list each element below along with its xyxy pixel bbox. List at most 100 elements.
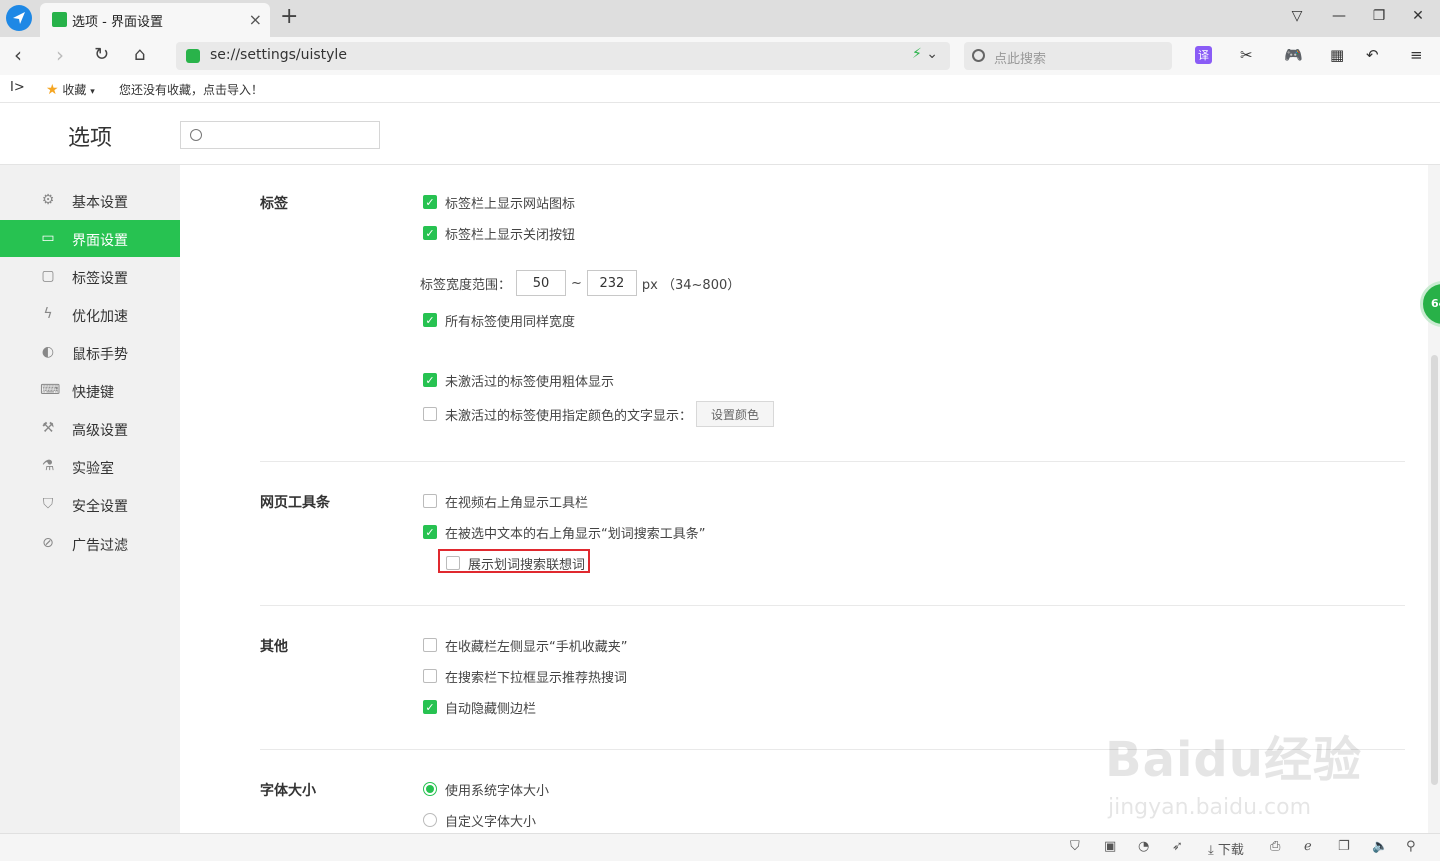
option-label: 在收藏栏左侧显示“手机收藏夹”	[445, 639, 628, 655]
sidebar-item-label: 界面设置	[72, 233, 128, 249]
printer-icon[interactable]: ⎙	[1270, 839, 1280, 854]
option-auto-hide-sidebar[interactable]: ✓ 自动隐藏侧边栏	[423, 697, 536, 717]
close-window-icon[interactable]: ✕	[1408, 8, 1428, 24]
image-icon[interactable]: ▣	[1104, 839, 1116, 854]
zoom-icon[interactable]: ⚲	[1406, 839, 1416, 854]
option-label: 使用系统字体大小	[445, 783, 550, 799]
checkbox-unchecked[interactable]	[423, 494, 437, 508]
game-icon[interactable]: 🎮	[1284, 46, 1303, 64]
address-bar[interactable]: se://settings/uistyle ⚡ ⌄	[176, 42, 950, 70]
scissors-icon[interactable]: ✂	[1240, 46, 1253, 64]
volume-icon[interactable]: 🔈	[1372, 839, 1388, 854]
option-system-font[interactable]: 使用系统字体大小	[423, 779, 549, 799]
content-scrollbar[interactable]	[1428, 165, 1440, 833]
tab-width-unit: px （34~800）	[641, 277, 741, 293]
sidebar-toggle-icon[interactable]: I>	[10, 80, 25, 95]
secure-shield-icon	[186, 49, 200, 63]
sidebar-item-ui[interactable]: ▭ 界面设置	[0, 220, 180, 257]
speed-icon[interactable]: ◔	[1138, 839, 1149, 854]
rocket-icon[interactable]: ➶	[1172, 839, 1183, 854]
tab-width-range: 标签宽度范围： ~ px （34~800）	[420, 270, 740, 296]
sidebar-item-speed[interactable]: ϟ 优化加速	[0, 296, 180, 333]
speed-mode-icon[interactable]: ⚡ ⌄	[912, 46, 938, 62]
download-button[interactable]: ⤓ 下载	[1208, 839, 1244, 858]
sidebar-item-security[interactable]: ⛉ 安全设置	[0, 486, 180, 523]
option-bold-inactive[interactable]: ✓ 未激活过的标签使用粗体显示	[423, 370, 614, 390]
shield-status-icon[interactable]: ⛉	[1070, 839, 1080, 854]
radio-unselected[interactable]	[423, 813, 437, 827]
sidebar-item-label: 基本设置	[72, 195, 128, 211]
checkbox-checked[interactable]: ✓	[423, 313, 437, 327]
sidebar-item-lab[interactable]: ⚗ 实验室	[0, 448, 180, 485]
window-icon[interactable]: ❐	[1338, 839, 1350, 854]
minimize-icon[interactable]: —	[1329, 8, 1349, 24]
search-box[interactable]: 点此搜索	[964, 42, 1172, 70]
checkbox-unchecked[interactable]	[423, 669, 437, 683]
apps-grid-icon[interactable]: ▦	[1330, 46, 1344, 64]
ie-icon[interactable]: ℯ	[1304, 839, 1312, 854]
bookmark-import-hint[interactable]: 您还没有收藏，点击导入！	[119, 81, 263, 98]
option-show-close[interactable]: ✓ 标签栏上显示关闭按钮	[423, 223, 575, 243]
wrench-favicon-icon	[52, 12, 67, 27]
translate-icon[interactable]: 译	[1195, 46, 1212, 64]
mouse-icon: ◐	[41, 344, 55, 360]
restore-icon[interactable]: ❐	[1369, 8, 1389, 24]
search-icon	[972, 49, 985, 62]
menu-icon[interactable]: ≡	[1410, 46, 1423, 64]
reload-icon[interactable]: ↻	[94, 43, 109, 67]
option-same-width[interactable]: ✓ 所有标签使用同样宽度	[423, 310, 575, 330]
skin-icon[interactable]: ▽	[1287, 8, 1307, 24]
option-hot-words[interactable]: 在搜索栏下拉框显示推荐热搜词	[423, 666, 627, 686]
option-video-toolbar[interactable]: 在视频右上角显示工具栏	[423, 491, 588, 511]
favorites-label: 收藏	[62, 83, 87, 97]
lightning-icon: ϟ	[43, 306, 53, 322]
sidebar-item-mouse[interactable]: ◐ 鼠标手势	[0, 334, 180, 371]
set-color-button[interactable]: 设置颜色	[696, 401, 775, 427]
tab-icon: ▢	[41, 268, 55, 284]
tab-width-max-input[interactable]	[586, 270, 637, 296]
option-show-favicon[interactable]: ✓ 标签栏上显示网站图标	[423, 192, 575, 212]
undo-icon[interactable]: ↶	[1366, 46, 1379, 64]
browser-logo-icon[interactable]	[6, 5, 32, 31]
sidebar-item-label: 广告过滤	[72, 538, 128, 554]
options-search-input[interactable]	[180, 121, 380, 149]
settings-sidebar: ⚙ 基本设置 ▭ 界面设置 ▢ 标签设置 ϟ 优化加速 ◐ 鼠标手势 ⌨ 快捷键…	[0, 165, 180, 833]
sidebar-item-basic[interactable]: ⚙ 基本设置	[0, 182, 180, 219]
forward-icon[interactable]: ›	[56, 43, 64, 67]
radio-selected[interactable]	[423, 782, 437, 796]
tab-active[interactable]: 选项 - 界面设置 ×	[40, 3, 270, 37]
highlight-box	[438, 549, 590, 573]
checkbox-checked[interactable]: ✓	[423, 525, 437, 539]
section-title-font-size: 字体大小	[260, 783, 316, 799]
back-icon[interactable]: ‹	[14, 43, 22, 67]
option-label: 自定义字体大小	[445, 814, 537, 830]
keyboard-icon: ⌨	[40, 382, 61, 398]
shield-icon: ⛉	[42, 496, 54, 512]
checkbox-checked[interactable]: ✓	[423, 195, 437, 209]
sidebar-item-label: 快捷键	[72, 385, 114, 401]
search-placeholder: 点此搜索	[994, 52, 1047, 67]
section-divider	[260, 605, 1405, 606]
sidebar-item-shortcuts[interactable]: ⌨ 快捷键	[0, 372, 180, 409]
navigation-bar: ‹ › ↻ ⌂ se://settings/uistyle ⚡ ⌄ 点此搜索 译…	[0, 37, 1440, 75]
checkbox-checked[interactable]: ✓	[423, 226, 437, 240]
sidebar-item-tabs[interactable]: ▢ 标签设置	[0, 258, 180, 295]
sidebar-item-adblock[interactable]: ⊘ 广告过滤	[0, 525, 180, 562]
tab-width-min-input[interactable]	[516, 270, 567, 296]
checkbox-unchecked[interactable]	[423, 638, 437, 652]
bookmark-bar: I> ★ 收藏 ▾ 您还没有收藏，点击导入！	[0, 75, 1440, 103]
option-selection-toolbar[interactable]: ✓ 在被选中文本的右上角显示“划词搜索工具条”	[423, 522, 705, 542]
new-tab-button[interactable]: +	[280, 4, 298, 29]
home-icon[interactable]: ⌂	[134, 43, 145, 67]
checkbox-unchecked[interactable]	[423, 407, 437, 421]
tab-close-icon[interactable]: ×	[249, 10, 262, 29]
option-color-inactive[interactable]: 未激活过的标签使用指定颜色的文字显示： 设置颜色	[423, 401, 775, 427]
address-text[interactable]: se://settings/uistyle	[210, 47, 347, 63]
scroll-thumb[interactable]	[1431, 355, 1438, 785]
checkbox-checked[interactable]: ✓	[423, 373, 437, 387]
option-custom-font[interactable]: 自定义字体大小	[423, 810, 536, 830]
sidebar-item-advanced[interactable]: ⚒ 高级设置	[0, 410, 180, 447]
checkbox-checked[interactable]: ✓	[423, 700, 437, 714]
favorites-menu[interactable]: ★ 收藏 ▾	[46, 81, 95, 98]
option-mobile-favorites[interactable]: 在收藏栏左侧显示“手机收藏夹”	[423, 635, 627, 655]
